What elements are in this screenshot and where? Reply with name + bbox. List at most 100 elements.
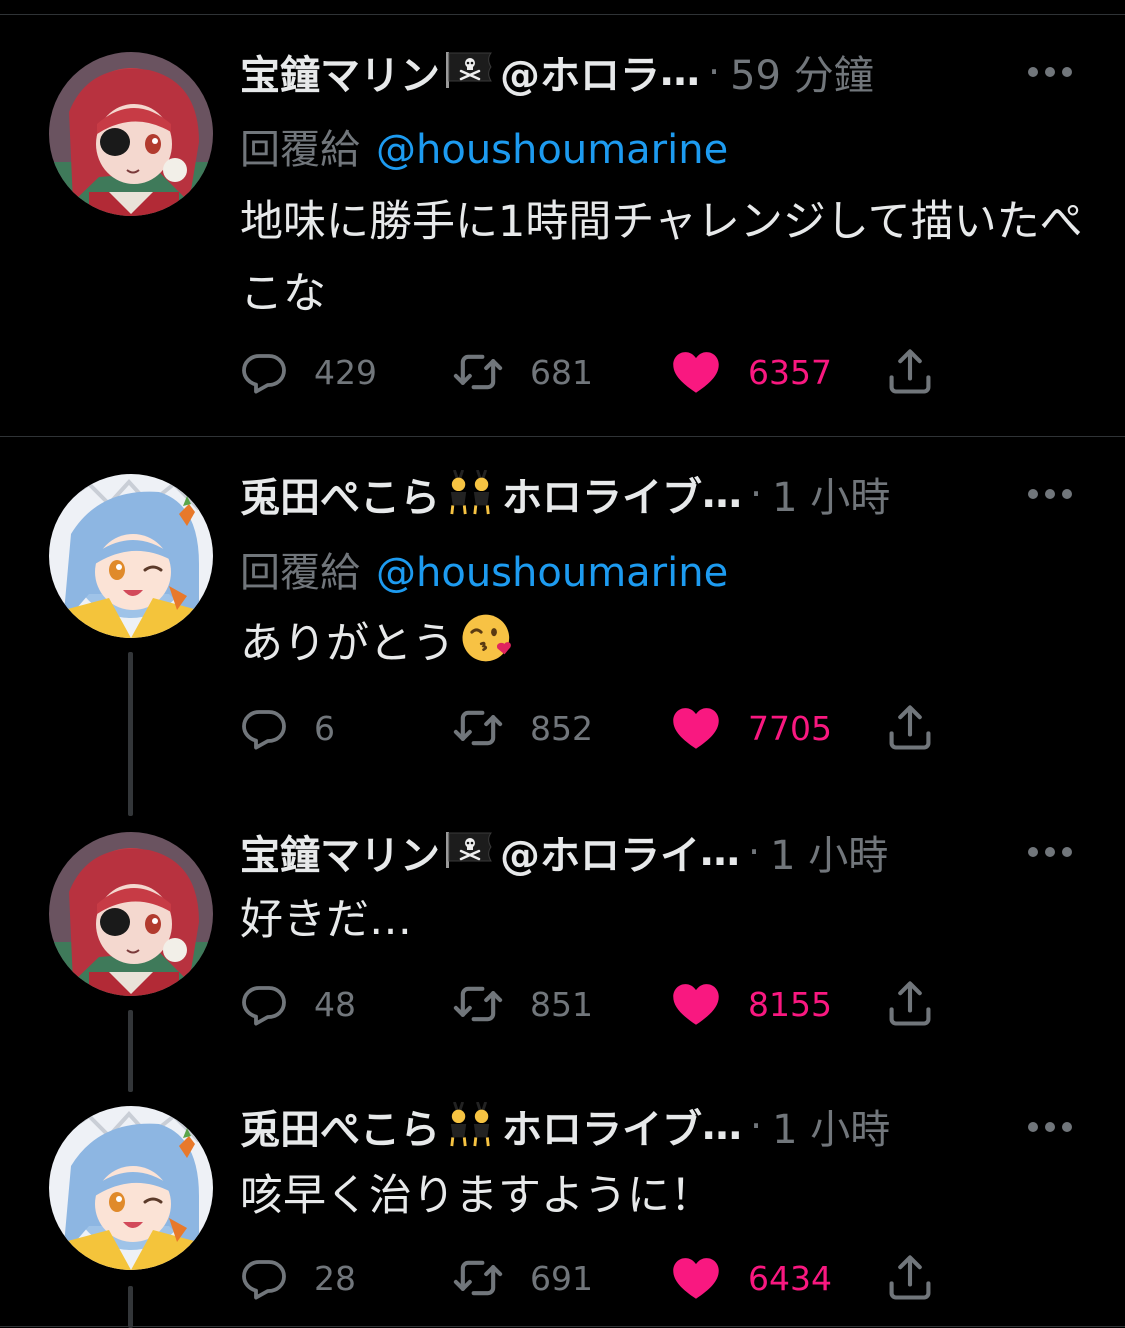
reply-count: 48 [314,984,356,1024]
like-count: 7705 [748,708,832,748]
retweet-icon [452,1252,504,1304]
separator-dot: · [750,472,763,516]
retweet-count: 851 [530,984,593,1024]
tweet-actions: 429 681 6357 [240,344,960,400]
like-button[interactable]: 6434 [670,1250,832,1306]
tweet-actions: 6 852 7705 [240,700,960,756]
reply-mention-link[interactable]: @houshoumarine [376,550,728,596]
display-name[interactable]: 兎田ぺこら [240,470,440,518]
timestamp[interactable]: 1 小時 [772,470,890,518]
share-icon [884,1252,936,1304]
share-button[interactable] [884,1250,936,1306]
more-options-icon[interactable] [1028,65,1072,79]
user-handle[interactable]: @ホロライ [500,828,700,876]
retweet-icon [452,978,504,1030]
display-name[interactable]: 宝鐘マリン [240,828,440,876]
reply-prefix: 回覆給 [240,550,360,596]
separator-dot: · [708,50,721,94]
separator-dot: · [750,1104,763,1148]
display-name[interactable]: 兎田ぺこら [240,1102,440,1150]
share-button[interactable] [884,344,936,400]
pekora-avatar[interactable] [49,474,213,638]
reply-count: 28 [314,1258,356,1298]
truncation-ellipsis: … [702,471,742,517]
timestamp[interactable]: 59 分鐘 [730,48,874,96]
retweet-button[interactable]: 691 [452,1250,593,1306]
like-button[interactable]: 6357 [670,344,832,400]
tweet-text-container: ありがとう [240,608,1090,688]
marine-avatar[interactable] [49,52,213,216]
display-name[interactable]: 宝鐘マリン [240,48,440,96]
more-options-icon[interactable] [1028,487,1072,501]
like-button[interactable]: 8155 [670,976,832,1032]
reply-button[interactable]: 6 [240,700,335,756]
share-icon [884,702,936,754]
reply-button[interactable]: 48 [240,976,356,1032]
tweet-header: 兎田ぺこら ホロライブ … · 1 小時 [240,470,990,518]
like-count: 8155 [748,984,832,1024]
timestamp[interactable]: 1 小時 [770,828,888,876]
user-handle[interactable]: @ホロラ [500,48,660,96]
bunny-girls-emoji-icon [444,1102,498,1150]
more-options-icon[interactable] [1028,845,1072,859]
bunny-girls-emoji-icon [444,470,498,518]
pirate-flag-icon [444,50,496,94]
tweet-header: 宝鐘マリン @ホロライ … · 1 小時 [240,828,990,876]
reply-count: 6 [314,708,335,748]
thread-line [128,1010,133,1092]
separator-dot: · [748,830,761,874]
more-options-icon[interactable] [1028,1120,1072,1134]
share-button[interactable] [884,700,936,756]
reply-to-line: 回覆給 @houshoumarine [240,540,728,598]
reply-icon [240,704,288,752]
heart-icon [670,1252,722,1304]
truncation-ellipsis: … [700,829,740,875]
timestamp[interactable]: 1 小時 [772,1102,890,1150]
heart-icon [670,702,722,754]
reply-icon [240,980,288,1028]
truncation-ellipsis: … [660,49,700,95]
tweet-actions: 48 851 8155 [240,976,960,1032]
tweet-text: 好きだ… [240,895,412,945]
bottom-divider [0,1326,1125,1327]
pekora-avatar[interactable] [49,1106,213,1270]
thread-line [128,652,133,816]
retweet-count: 852 [530,708,593,748]
tweet-actions: 28 691 6434 [240,1250,960,1306]
like-button[interactable]: 7705 [670,700,832,756]
reply-prefix: 回覆給 [240,127,360,173]
retweet-count: 691 [530,1258,593,1298]
like-count: 6357 [748,352,832,392]
reply-icon [240,348,288,396]
reply-icon [240,1254,288,1302]
retweet-icon [452,702,504,754]
retweet-count: 681 [530,352,593,392]
reply-count: 429 [314,352,377,392]
tweet-header: 宝鐘マリン @ホロラ … · 59 分鐘 [240,48,990,96]
reply-button[interactable]: 429 [240,344,377,400]
like-count: 6434 [748,1258,832,1298]
share-icon [884,346,936,398]
tweet-text: 地味に勝手に1時間チャレンジして描いたぺこな [240,197,1083,319]
reply-button[interactable]: 28 [240,1250,356,1306]
user-handle[interactable]: ホロライブ [502,1102,702,1150]
tweet-text: ありがとう [240,619,455,669]
thread-line [128,1286,133,1328]
pirate-flag-icon [444,830,496,874]
marine-avatar[interactable] [49,832,213,996]
reply-to-line: 回覆給 @houshoumarine [240,117,728,175]
tweet-header: 兎田ぺこら ホロライブ … · 1 小時 [240,1102,990,1150]
heart-icon [670,346,722,398]
truncation-ellipsis: … [702,1103,742,1149]
share-button[interactable] [884,976,936,1032]
reply-mention-link[interactable]: @houshoumarine [376,127,728,173]
user-handle[interactable]: ホロライブ [502,470,702,518]
retweet-button[interactable]: 852 [452,700,593,756]
heart-icon [670,978,722,1030]
top-divider [0,14,1125,15]
share-icon [884,978,936,1030]
retweet-button[interactable]: 681 [452,344,593,400]
retweet-button[interactable]: 851 [452,976,593,1032]
tweet-text: 咳早く治りますように！ [240,1171,713,1221]
retweet-icon [452,346,504,398]
